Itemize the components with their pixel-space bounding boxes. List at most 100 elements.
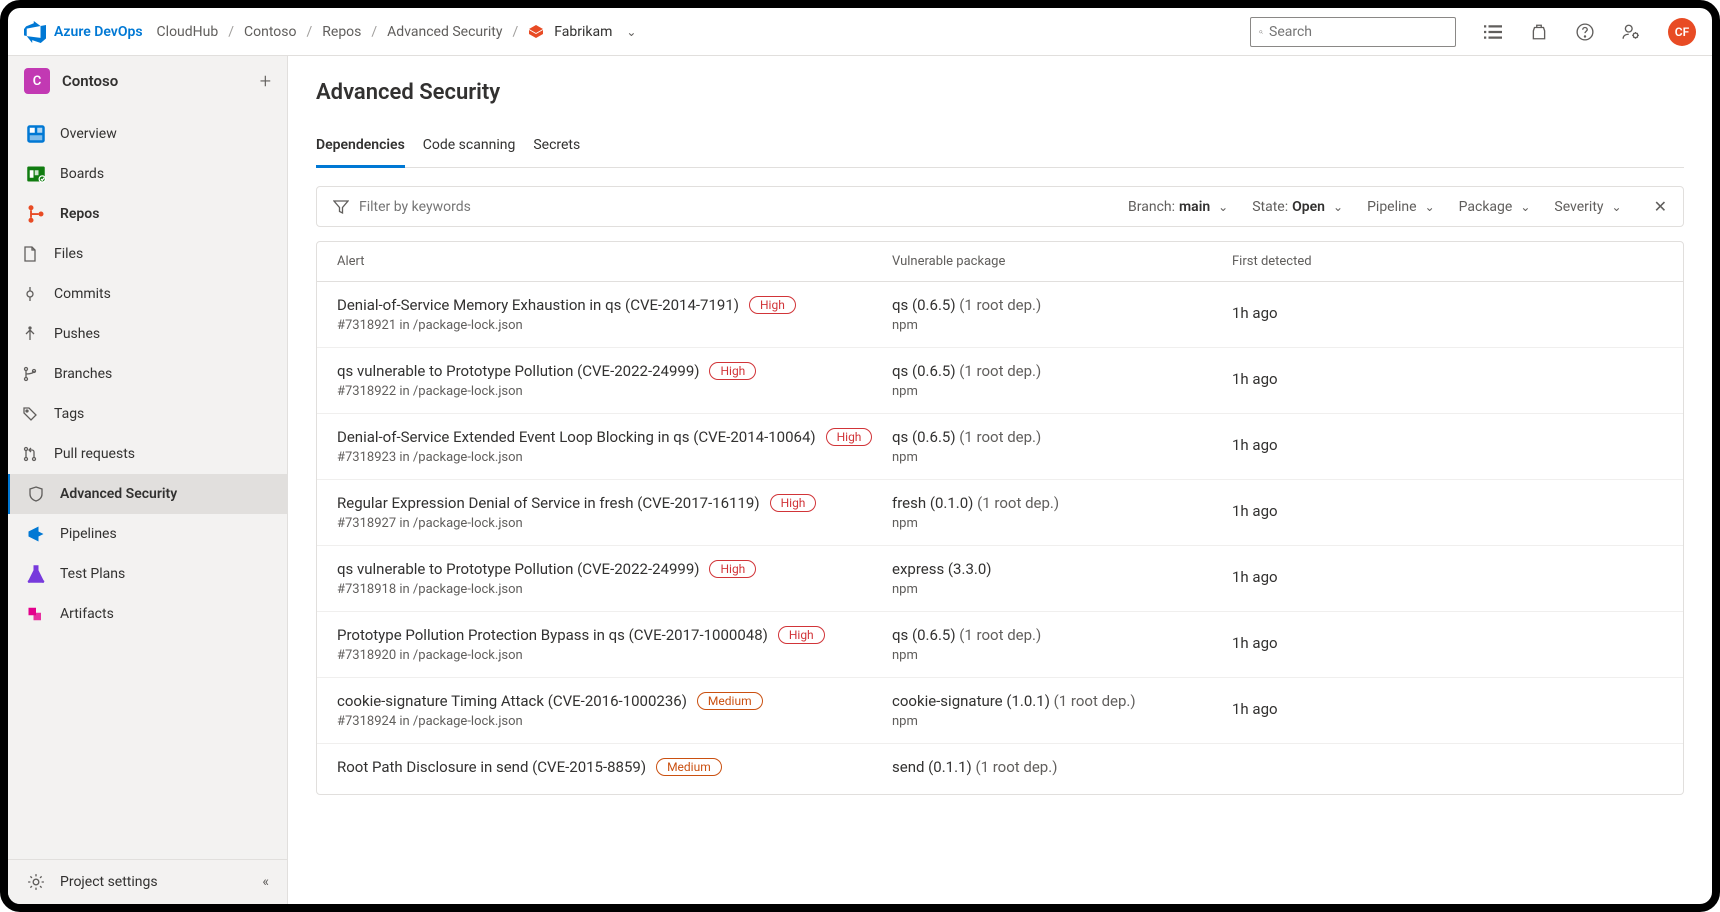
azure-devops-logo-icon (24, 21, 46, 43)
severity-filter[interactable]: Severity ⌄ (1554, 199, 1621, 215)
table-row[interactable]: qs vulnerable to Prototype Pollution (CV… (317, 546, 1683, 612)
severity-badge: High (770, 494, 817, 512)
repo-name[interactable]: Fabrikam (554, 24, 612, 40)
sidebar-item-label: Tags (54, 406, 84, 422)
filter-keywords-input[interactable] (359, 199, 1104, 215)
state-filter[interactable]: State: Open ⌄ (1252, 199, 1343, 215)
pipeline-filter[interactable]: Pipeline ⌄ (1367, 199, 1435, 215)
sidebar-item-label: Branches (54, 366, 112, 382)
search-box[interactable] (1250, 17, 1456, 47)
chevron-down-icon[interactable]: ⌄ (626, 25, 636, 39)
alert-sub: #7318920 in /package-lock.json (337, 648, 892, 663)
col-header-package: Vulnerable package (892, 254, 1232, 269)
sidebar-item-label: Advanced Security (60, 486, 177, 502)
package-source: npm (892, 450, 1232, 465)
testplans-icon (26, 564, 46, 584)
repo-icon (528, 24, 544, 40)
package-source: npm (892, 318, 1232, 333)
table-row[interactable]: Root Path Disclosure in send (CVE-2015-8… (317, 744, 1683, 794)
table-row[interactable]: cookie-signature Timing Attack (CVE-2016… (317, 678, 1683, 744)
project-settings-label: Project settings (60, 874, 158, 890)
alert-sub: #7318923 in /package-lock.json (337, 450, 892, 465)
sidebar-item-artifacts[interactable]: Artifacts (8, 594, 287, 634)
alert-sub: #7318924 in /package-lock.json (337, 714, 892, 729)
project-name: Contoso (62, 72, 248, 90)
sidebar-item-test-plans[interactable]: Test Plans (8, 554, 287, 594)
sidebar-item-pull-requests[interactable]: Pull requests (8, 434, 287, 474)
alert-title: cookie-signature Timing Attack (CVE-2016… (337, 692, 892, 710)
alert-sub: #7318927 in /package-lock.json (337, 516, 892, 531)
sidebar-item-pipelines[interactable]: Pipelines (8, 514, 287, 554)
breadcrumb-org[interactable]: CloudHub (157, 24, 219, 40)
branch-filter[interactable]: Branch: main ⌄ (1128, 199, 1228, 215)
package-filter[interactable]: Package ⌄ (1459, 199, 1531, 215)
breadcrumb-project[interactable]: Contoso (244, 24, 296, 40)
sidebar-item-files[interactable]: Files (8, 234, 287, 274)
package-source: npm (892, 648, 1232, 663)
sidebar-item-label: Commits (54, 286, 111, 302)
branches-icon (20, 364, 40, 384)
close-filter-icon[interactable]: ✕ (1654, 197, 1667, 216)
top-header: Azure DevOps CloudHub / Contoso / Repos … (8, 8, 1712, 56)
tab-dependencies[interactable]: Dependencies (316, 129, 405, 168)
chevron-down-icon: ⌄ (1425, 200, 1435, 214)
main-content: Advanced Security DependenciesCode scann… (288, 56, 1712, 904)
first-detected: 1h ago (1232, 362, 1663, 399)
project-tile-icon: C (24, 68, 50, 94)
list-icon[interactable] (1484, 23, 1502, 41)
table-row[interactable]: Denial-of-Service Extended Event Loop Bl… (317, 414, 1683, 480)
help-icon[interactable] (1576, 23, 1594, 41)
severity-badge: High (778, 626, 825, 644)
table-row[interactable]: qs vulnerable to Prototype Pollution (CV… (317, 348, 1683, 414)
sidebar-item-label: Test Plans (60, 566, 125, 582)
first-detected: 1h ago (1232, 560, 1663, 597)
table-row[interactable]: Regular Expression Denial of Service in … (317, 480, 1683, 546)
chevron-down-icon: ⌄ (1612, 200, 1622, 214)
user-settings-icon[interactable] (1622, 23, 1640, 41)
avatar[interactable]: CF (1668, 18, 1696, 46)
package-source: npm (892, 582, 1232, 597)
sidebar-item-pushes[interactable]: Pushes (8, 314, 287, 354)
col-header-time: First detected (1232, 254, 1663, 269)
sidebar-item-commits[interactable]: Commits (8, 274, 287, 314)
first-detected: 1h ago (1232, 626, 1663, 663)
alert-title: Root Path Disclosure in send (CVE-2015-8… (337, 758, 892, 776)
breadcrumb-repos[interactable]: Repos (322, 24, 361, 40)
package-name: send (0.1.1) (1 root dep.) (892, 758, 1232, 776)
repos-icon (26, 204, 46, 224)
project-settings[interactable]: Project settings « (8, 859, 287, 904)
tab-secrets[interactable]: Secrets (533, 129, 580, 167)
breadcrumb-advsec[interactable]: Advanced Security (387, 24, 502, 40)
pipelines-icon (26, 524, 46, 544)
sidebar-item-advanced-security[interactable]: Advanced Security (8, 474, 287, 514)
sidebar-item-overview[interactable]: Overview (8, 114, 287, 154)
alert-title: Denial-of-Service Memory Exhaustion in q… (337, 296, 892, 314)
project-header[interactable]: C Contoso + (8, 56, 287, 106)
chevron-down-icon: ⌄ (1520, 200, 1530, 214)
package-name: qs (0.6.5) (1 root dep.) (892, 626, 1232, 644)
marketplace-icon[interactable] (1530, 23, 1548, 41)
brand-name[interactable]: Azure DevOps (54, 24, 143, 40)
collapse-icon[interactable]: « (262, 874, 269, 890)
sidebar-item-repos[interactable]: Repos (8, 194, 287, 234)
filter-icon (333, 199, 349, 215)
sidebar-item-tags[interactable]: Tags (8, 394, 287, 434)
package-name: qs (0.6.5) (1 root dep.) (892, 296, 1232, 314)
first-detected: 1h ago (1232, 692, 1663, 729)
alert-sub: #7318918 in /package-lock.json (337, 582, 892, 597)
sidebar-item-boards[interactable]: Boards (8, 154, 287, 194)
filter-bar: Branch: main ⌄ State: Open ⌄ Pipeline ⌄ … (316, 186, 1684, 227)
search-input[interactable] (1269, 24, 1447, 40)
add-button[interactable]: + (260, 69, 271, 93)
alert-title: qs vulnerable to Prototype Pollution (CV… (337, 362, 892, 380)
tab-code-scanning[interactable]: Code scanning (423, 129, 516, 167)
table-row[interactable]: Prototype Pollution Protection Bypass in… (317, 612, 1683, 678)
sidebar: C Contoso + OverviewBoardsReposFiles Comm… (8, 56, 288, 904)
severity-badge: High (749, 296, 796, 314)
gear-icon (26, 872, 46, 892)
sidebar-item-label: Pushes (54, 326, 100, 342)
package-name: fresh (0.1.0) (1 root dep.) (892, 494, 1232, 512)
alert-title: qs vulnerable to Prototype Pollution (CV… (337, 560, 892, 578)
table-row[interactable]: Denial-of-Service Memory Exhaustion in q… (317, 282, 1683, 348)
sidebar-item-branches[interactable]: Branches (8, 354, 287, 394)
